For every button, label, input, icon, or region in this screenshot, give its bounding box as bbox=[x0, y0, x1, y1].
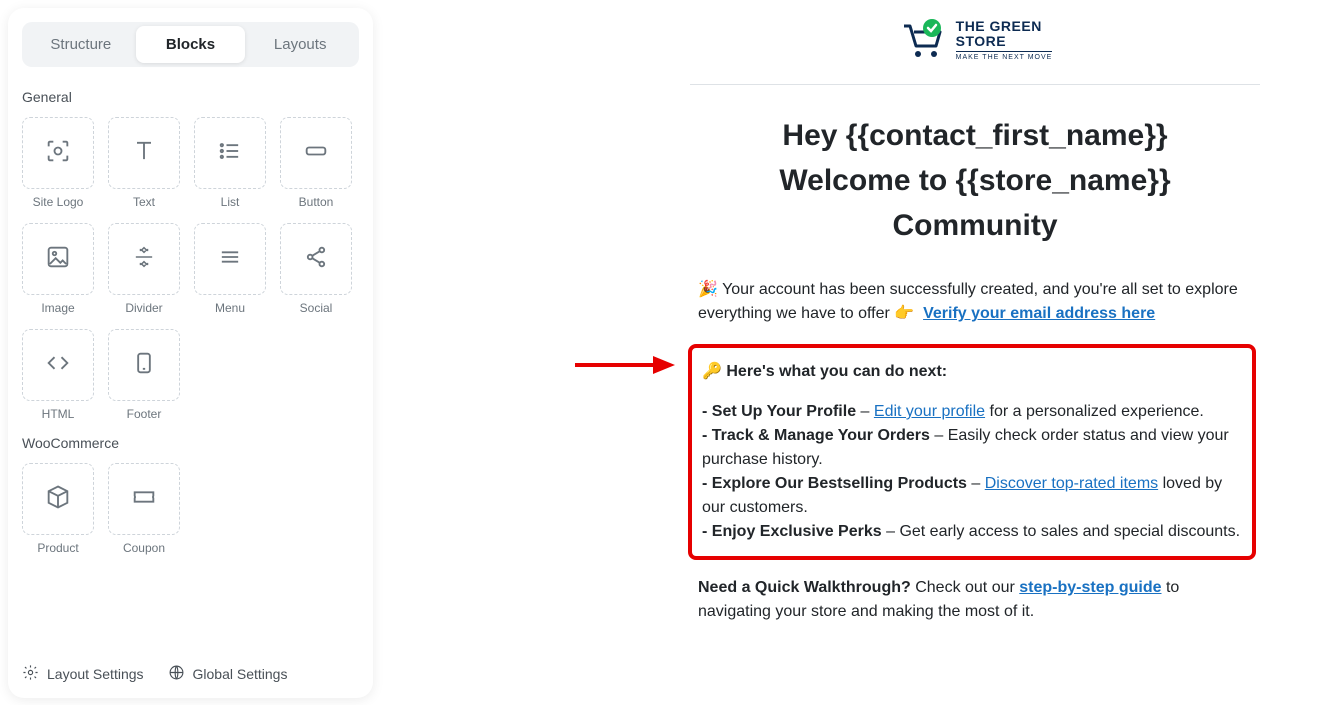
headline-line: Hey {{contact_first_name}} bbox=[698, 113, 1252, 158]
list-icon bbox=[216, 137, 244, 170]
preview-headline: Hey {{contact_first_name}} Welcome to {{… bbox=[680, 113, 1270, 248]
block-label: Text bbox=[133, 195, 155, 209]
intro-text: 🎉 Your account has been successfully cre… bbox=[680, 278, 1270, 326]
logo-wrap: THE GREEN STORE MAKE THE NEXT MOVE bbox=[680, 16, 1270, 64]
callout-item: - Track & Manage Your Orders – Easily ch… bbox=[702, 424, 1242, 472]
block-label: Coupon bbox=[123, 541, 165, 555]
block-footer[interactable]: Footer bbox=[108, 329, 180, 421]
verify-email-link[interactable]: Verify your email address here bbox=[923, 305, 1155, 322]
callout-lead: 🔑 Here's what you can do next: bbox=[702, 360, 1242, 384]
block-label: Image bbox=[41, 301, 74, 315]
preview-divider bbox=[690, 84, 1260, 85]
coupon-icon bbox=[130, 483, 158, 516]
callout-item: - Set Up Your Profile – Edit your profil… bbox=[702, 400, 1242, 424]
point-icon: 👉 bbox=[894, 305, 914, 322]
block-text[interactable]: Text bbox=[108, 117, 180, 209]
footer-icon bbox=[130, 349, 158, 382]
callout-box: 🔑 Here's what you can do next: - Set Up … bbox=[688, 344, 1256, 560]
blocks-panel: Structure Blocks Layouts General Site Lo… bbox=[8, 8, 373, 698]
divider-icon bbox=[130, 243, 158, 276]
callout-item: - Enjoy Exclusive Perks – Get early acce… bbox=[702, 520, 1242, 544]
layout-settings-label: Layout Settings bbox=[47, 666, 144, 682]
section-title-general: General bbox=[22, 89, 359, 105]
walkthrough-text: Need a Quick Walkthrough? Check out our … bbox=[680, 576, 1270, 624]
panel-tabs: Structure Blocks Layouts bbox=[22, 22, 359, 67]
edit-profile-link[interactable]: Edit your profile bbox=[874, 403, 985, 420]
block-label: List bbox=[221, 195, 240, 209]
block-social[interactable]: Social bbox=[280, 223, 352, 315]
block-label: Footer bbox=[127, 407, 162, 421]
annotation-arrow bbox=[575, 350, 675, 380]
key-icon: 🔑 bbox=[702, 363, 722, 380]
menu-icon bbox=[216, 243, 244, 276]
block-menu[interactable]: Menu bbox=[194, 223, 266, 315]
code-icon bbox=[44, 349, 72, 382]
gear-icon bbox=[22, 664, 39, 684]
share-icon bbox=[302, 243, 330, 276]
block-site-logo[interactable]: Site Logo bbox=[22, 117, 94, 209]
block-label: HTML bbox=[42, 407, 75, 421]
headline-line: Community bbox=[698, 203, 1252, 248]
block-label: Product bbox=[37, 541, 78, 555]
step-guide-link[interactable]: step-by-step guide bbox=[1019, 579, 1161, 596]
block-coupon[interactable]: Coupon bbox=[108, 463, 180, 555]
panel-footer: Layout Settings Global Settings bbox=[22, 650, 359, 684]
block-list[interactable]: List bbox=[194, 117, 266, 209]
block-divider[interactable]: Divider bbox=[108, 223, 180, 315]
logo-tagline: MAKE THE NEXT MOVE bbox=[956, 51, 1053, 61]
image-icon bbox=[44, 243, 72, 276]
button-icon bbox=[302, 137, 330, 170]
block-label: Site Logo bbox=[33, 195, 84, 209]
block-product[interactable]: Product bbox=[22, 463, 94, 555]
text-icon bbox=[130, 137, 158, 170]
block-label: Menu bbox=[215, 301, 245, 315]
block-label: Button bbox=[299, 195, 334, 209]
layout-settings-link[interactable]: Layout Settings bbox=[22, 664, 144, 684]
blocks-grid-woo: Product Coupon bbox=[22, 463, 359, 555]
camera-focus-icon bbox=[44, 137, 72, 170]
block-image[interactable]: Image bbox=[22, 223, 94, 315]
tab-blocks[interactable]: Blocks bbox=[136, 26, 246, 63]
cart-icon bbox=[898, 16, 946, 64]
logo-line2: STORE bbox=[956, 34, 1053, 49]
headline-line: Welcome to {{store_name}} bbox=[698, 158, 1252, 203]
block-label: Social bbox=[300, 301, 333, 315]
box-icon bbox=[44, 483, 72, 516]
email-preview: THE GREEN STORE MAKE THE NEXT MOVE Hey {… bbox=[670, 0, 1280, 705]
discover-items-link[interactable]: Discover top-rated items bbox=[985, 475, 1158, 492]
globe-icon bbox=[168, 664, 185, 684]
global-settings-label: Global Settings bbox=[193, 666, 288, 682]
global-settings-link[interactable]: Global Settings bbox=[168, 664, 288, 684]
store-logo: THE GREEN STORE MAKE THE NEXT MOVE bbox=[898, 16, 1053, 64]
blocks-grid-general: Site Logo Text List Button Image bbox=[22, 117, 359, 421]
block-button[interactable]: Button bbox=[280, 117, 352, 209]
block-html[interactable]: HTML bbox=[22, 329, 94, 421]
logo-line1: THE GREEN bbox=[956, 19, 1053, 34]
block-label: Divider bbox=[125, 301, 162, 315]
callout-item: - Explore Our Bestselling Products – Dis… bbox=[702, 472, 1242, 520]
party-icon: 🎉 bbox=[698, 281, 718, 298]
tab-structure[interactable]: Structure bbox=[26, 26, 136, 63]
section-title-woo: WooCommerce bbox=[22, 435, 359, 451]
tab-layouts[interactable]: Layouts bbox=[245, 26, 355, 63]
